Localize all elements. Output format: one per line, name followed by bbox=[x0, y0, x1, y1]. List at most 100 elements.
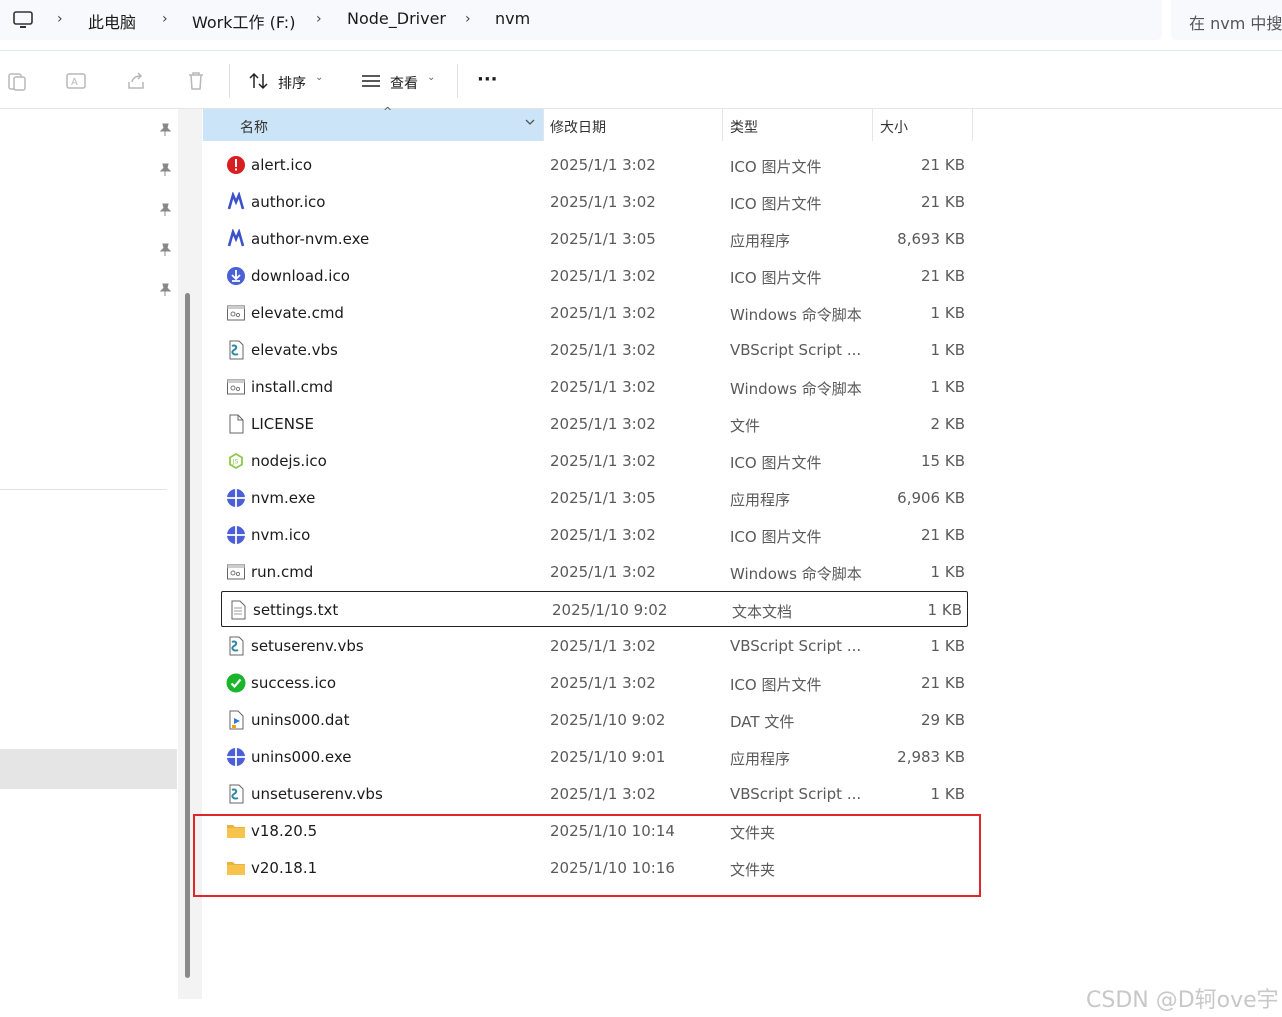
file-type: DAT 文件 bbox=[730, 713, 795, 731]
column-header-name[interactable]: 名称 ^ bbox=[203, 105, 543, 141]
nav-item-selected[interactable] bbox=[0, 749, 177, 789]
search-input[interactable]: 在 nvm 中搜索 bbox=[1171, 0, 1282, 40]
column-header-type-label: 类型 bbox=[730, 120, 758, 136]
more-options-button[interactable]: ··· bbox=[477, 69, 498, 90]
file-type: ICO 图片文件 bbox=[730, 158, 822, 176]
file-type: Windows 命令脚本 bbox=[730, 306, 862, 324]
this-pc-icon[interactable] bbox=[12, 10, 34, 30]
file-name: LICENSE bbox=[251, 415, 314, 433]
file-name: author-nvm.exe bbox=[251, 230, 370, 248]
file-size: 2 KB bbox=[930, 415, 965, 433]
file-size: 1 KB bbox=[930, 304, 965, 322]
chevron-down-icon[interactable] bbox=[525, 117, 535, 127]
file-row[interactable]: unsetuserenv.vbs 2025/1/1 3:02 VBScript Sc… bbox=[220, 776, 970, 812]
file-size: 15 KB bbox=[921, 452, 965, 470]
file-size: 1 KB bbox=[930, 637, 965, 655]
file-row[interactable]: success.ico 2025/1/1 3:02 ICO 图片文件 21 KB bbox=[220, 665, 970, 701]
chevron-right-icon[interactable]: › bbox=[316, 11, 322, 27]
view-button[interactable]: 查看 bbox=[390, 73, 418, 93]
pin-icon[interactable] bbox=[158, 163, 172, 177]
pin-icon[interactable] bbox=[158, 283, 172, 297]
success-icon bbox=[226, 673, 246, 693]
file-modified: 2025/1/1 3:05 bbox=[550, 489, 656, 507]
chevron-right-icon[interactable]: › bbox=[57, 11, 63, 27]
dat-file-icon bbox=[226, 710, 246, 730]
file-row[interactable]: nvm.exe 2025/1/1 3:05 应用程序 6,906 KB bbox=[220, 480, 970, 516]
file-name: unins000.exe bbox=[251, 748, 352, 766]
file-row[interactable]: install.cmd 2025/1/1 3:02 Windows 命令脚本 1 KB bbox=[220, 369, 970, 405]
nav-divider bbox=[0, 489, 167, 490]
vbs-file-icon bbox=[226, 636, 246, 656]
file-modified: 2025/1/1 3:02 bbox=[550, 563, 656, 581]
divider bbox=[0, 50, 1282, 51]
file-row[interactable]: alert.ico 2025/1/1 3:02 ICO 图片文件 21 KB bbox=[220, 147, 970, 183]
file-modified: 2025/1/1 3:02 bbox=[550, 304, 656, 322]
file-row[interactable]: JS nodejs.ico 2025/1/1 3:02 ICO 图片文件 15 KB bbox=[220, 443, 970, 479]
chevron-right-icon[interactable]: › bbox=[162, 11, 168, 27]
download-icon bbox=[226, 266, 246, 286]
chevron-down-icon[interactable]: ⌄ bbox=[315, 72, 323, 83]
column-separator[interactable] bbox=[972, 109, 973, 141]
file-row[interactable]: setuserenv.vbs 2025/1/1 3:02 VBScript Scri… bbox=[220, 628, 970, 664]
column-separator[interactable] bbox=[872, 109, 873, 141]
file-row[interactable]: unins000.exe 2025/1/10 9:01 应用程序 2,983 KB bbox=[220, 739, 970, 775]
share-icon[interactable] bbox=[125, 70, 147, 92]
file-type: 应用程序 bbox=[730, 232, 791, 250]
column-separator[interactable] bbox=[722, 109, 723, 141]
file-name: author.ico bbox=[251, 193, 326, 211]
breadcrumb-drive[interactable]: Work工作 (F:) bbox=[192, 9, 295, 33]
pin-icon[interactable] bbox=[158, 203, 172, 217]
column-separator[interactable] bbox=[543, 109, 544, 141]
breadcrumb-node-driver[interactable]: Node_Driver bbox=[347, 9, 446, 28]
view-icon[interactable] bbox=[360, 72, 382, 90]
file-row[interactable]: author.ico 2025/1/1 3:02 ICO 图片文件 21 KB bbox=[220, 184, 970, 220]
file-row[interactable]: run.cmd 2025/1/1 3:02 Windows 命令脚本 1 KB bbox=[220, 554, 970, 590]
toolbar-separator bbox=[229, 64, 230, 98]
column-header-modified[interactable]: 修改日期 bbox=[550, 109, 722, 141]
file-type: VBScript Script ... bbox=[730, 637, 862, 655]
sort-button[interactable]: 排序 bbox=[278, 73, 306, 93]
highlight-box bbox=[193, 814, 981, 897]
file-modified: 2025/1/1 3:02 bbox=[550, 267, 656, 285]
nodejs-icon: JS bbox=[226, 451, 246, 471]
file-type: 应用程序 bbox=[730, 750, 791, 768]
file-name: unins000.dat bbox=[251, 711, 350, 729]
file-type: ICO 图片文件 bbox=[730, 195, 822, 213]
file-row[interactable]: nvm.ico 2025/1/1 3:02 ICO 图片文件 21 KB bbox=[220, 517, 970, 553]
vbs-file-icon bbox=[226, 784, 246, 804]
nvm-icon bbox=[226, 747, 246, 767]
search-placeholder: 在 nvm 中搜索 bbox=[1189, 14, 1282, 33]
address-bar[interactable]: › 此电脑 › Work工作 (F:) › Node_Driver › nvm bbox=[0, 0, 1162, 40]
author-icon bbox=[226, 191, 246, 212]
column-header-type[interactable]: 类型 bbox=[730, 109, 871, 141]
column-header-size[interactable]: 大小 bbox=[880, 109, 972, 141]
file-row[interactable]: LICENSE 2025/1/1 3:02 文件 2 KB bbox=[220, 406, 970, 442]
chevron-right-icon[interactable]: › bbox=[465, 11, 471, 27]
file-modified: 2025/1/10 9:01 bbox=[550, 748, 666, 766]
pin-icon[interactable] bbox=[158, 123, 172, 137]
sort-icon[interactable] bbox=[248, 71, 270, 91]
cmd-file-icon bbox=[226, 377, 246, 397]
column-header-size-label: 大小 bbox=[880, 120, 908, 136]
file-row[interactable]: author-nvm.exe 2025/1/1 3:05 应用程序 8,693 KB bbox=[220, 221, 970, 257]
file-name: nvm.ico bbox=[251, 526, 311, 544]
pin-icon[interactable] bbox=[158, 243, 172, 257]
file-row[interactable]: elevate.cmd 2025/1/1 3:02 Windows 命令脚本 1 KB bbox=[220, 295, 970, 331]
file-row[interactable]: settings.txt 2025/1/10 9:02 文本文档 1 KB bbox=[221, 591, 968, 627]
file-size: 1 KB bbox=[930, 341, 965, 359]
rename-icon[interactable]: A bbox=[65, 70, 87, 92]
breadcrumb-this-pc[interactable]: 此电脑 bbox=[88, 9, 136, 33]
chevron-down-icon[interactable]: ⌄ bbox=[427, 72, 435, 83]
file-row[interactable]: unins000.dat 2025/1/10 9:02 DAT 文件 29 KB bbox=[220, 702, 970, 738]
breadcrumb-nvm[interactable]: nvm bbox=[495, 9, 530, 28]
file-modified: 2025/1/1 3:02 bbox=[550, 526, 656, 544]
nav-scrollbar-thumb[interactable] bbox=[185, 293, 190, 978]
file-size: 21 KB bbox=[921, 193, 965, 211]
delete-icon[interactable] bbox=[185, 70, 207, 92]
paste-icon[interactable] bbox=[6, 70, 28, 92]
file-row[interactable]: elevate.vbs 2025/1/1 3:02 VBScript Script … bbox=[220, 332, 970, 368]
author-icon bbox=[226, 228, 246, 249]
toolbar-separator bbox=[457, 64, 458, 98]
blank-file-icon bbox=[226, 414, 246, 434]
file-row[interactable]: download.ico 2025/1/1 3:02 ICO 图片文件 21 KB bbox=[220, 258, 970, 294]
